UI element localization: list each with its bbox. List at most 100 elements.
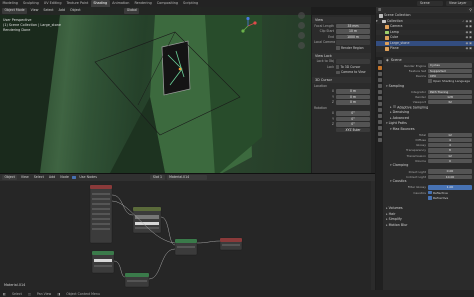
clip-end-field[interactable]: 1000 m [336,34,370,39]
cursor-x-field[interactable]: 0 m [336,89,370,94]
tool-tab-icon[interactable] [377,60,382,64]
menu-view[interactable]: View [29,8,40,14]
use-nodes-checkbox[interactable] [72,175,76,180]
3d-viewport[interactable]: Object Mode View Select Add Object Globa… [0,7,311,173]
volume-bounces-field[interactable]: 0 [428,158,472,163]
osl-checkbox[interactable] [428,79,432,83]
perspective-toggle-icon[interactable] [298,42,305,49]
cursor-y-field[interactable]: 0 m [336,94,370,99]
node-image-texture[interactable] [89,184,113,244]
node-menu-select[interactable]: Select [32,175,45,181]
rotation-x-field[interactable]: 0° [336,111,370,116]
camera-view-icon[interactable] [298,32,305,39]
render-tab-icon[interactable] [377,66,382,70]
node-principled-bsdf[interactable] [174,238,198,256]
motion-blur-section[interactable]: ▸Motion Blur [384,223,474,229]
camera-to-view-check[interactable] [336,70,340,74]
menu-add[interactable]: Add [57,8,66,14]
tab-compositing[interactable]: Compositing [154,0,180,7]
local-camera-field[interactable] [336,40,370,45]
material-tab-icon[interactable] [377,132,382,136]
tab-modeling[interactable]: Modeling [0,0,20,7]
node-color-ramp[interactable] [132,206,162,234]
node-mode-dropdown[interactable]: Object [2,174,18,181]
rotation-mode-dropdown[interactable]: XYZ Euler [336,127,370,132]
particles-tab-icon[interactable] [377,108,382,112]
render-region-check[interactable] [336,46,340,50]
material-selector[interactable]: Material.014 [166,174,207,181]
viewport-samples-field[interactable]: 32 [428,100,472,105]
object-tab-icon[interactable] [377,96,382,100]
total-bounces-field[interactable]: 12 [428,132,472,138]
outliner-row-plane[interactable]: Plane ◉ ▣ [376,46,474,52]
tab-texture-paint[interactable]: Texture Paint [64,0,91,7]
outliner-display-mode-icon[interactable]: ☰ [378,8,381,12]
tab-sculpting[interactable]: Sculpting [20,0,41,7]
render-samples-field[interactable]: 128 [428,94,472,100]
pan-icon[interactable] [298,22,305,29]
sidebar-tabs[interactable] [371,15,375,173]
node-material-output[interactable] [219,237,243,251]
camera-to-view-checkbox[interactable]: Camera to View [312,70,372,76]
orientation-dropdown[interactable]: Global [124,8,140,14]
tab-animation[interactable]: Animation [110,0,132,7]
output-tab-icon[interactable] [377,72,382,76]
filter-glossy-field[interactable]: 1.00 [428,185,472,190]
node-menu-node[interactable]: Node [59,175,71,181]
transparency-bounces-field[interactable]: 8 [428,148,472,153]
data-tab-icon[interactable] [377,126,382,130]
refractive-checkbox[interactable] [428,196,432,200]
render-region-checkbox[interactable]: Render Region [312,45,372,51]
device-dropdown[interactable]: CPU [428,73,472,79]
integrator-dropdown[interactable]: Path Tracing [428,89,472,94]
tab-rendering[interactable]: Rendering [132,0,154,7]
focal-length-field[interactable]: 35 mm [336,23,370,28]
visibility-toggles[interactable]: ◉ ▣ [466,46,472,52]
rotation-y-field[interactable]: 0° [336,116,370,121]
physics-tab-icon[interactable] [377,114,382,118]
transmission-bounces-field[interactable]: 12 [428,153,472,158]
outliner-search-input[interactable] [383,7,468,13]
node-canvas[interactable] [0,181,375,290]
feature-set-dropdown[interactable]: Supported [428,68,472,73]
node-editor-sidebar-tabs[interactable] [371,181,375,290]
tab-scripting[interactable]: Scripting [181,0,201,7]
indirect-light-field[interactable]: 10.00 [428,174,472,179]
navigation-gizmo[interactable] [239,16,257,36]
rotation-z-field[interactable]: 0° [336,122,370,127]
tab-shading[interactable]: Shading [90,0,110,7]
zoom-icon[interactable] [298,12,305,19]
refractive-caustics-row[interactable]: Refractive [384,195,474,200]
node-menu-add[interactable]: Add [47,175,56,181]
menu-object[interactable]: Object [68,8,82,14]
render-engine-dropdown[interactable]: Cycles [428,63,472,68]
clip-start-field[interactable]: 10 m [336,29,370,34]
scene-selector[interactable]: Scene [417,1,443,6]
direct-light-field[interactable]: 0.00 [428,169,472,174]
denoising-label: Denoising [392,110,410,115]
node-mapping[interactable] [124,272,150,288]
reflective-checkbox[interactable] [428,190,432,195]
mode-dropdown[interactable]: Object Mode [2,8,28,14]
modifier-tab-icon[interactable] [377,102,382,106]
view-layer-selector[interactable]: View Layer [446,1,472,6]
menu-select[interactable]: Select [42,8,55,14]
tab-uv-editing[interactable]: UV Editing [41,0,64,7]
filter-icon[interactable]: ⚲ [469,8,472,12]
node-texture-coordinate[interactable] [91,250,115,274]
to-3d-cursor-check[interactable] [335,65,339,69]
slot-dropdown[interactable]: Slot 1 [150,174,165,181]
world-tab-icon[interactable] [377,90,382,94]
scene-tab-icon[interactable] [377,84,382,88]
view-layer-tab-icon[interactable] [377,78,382,82]
glossy-bounces-field[interactable]: 4 [428,143,472,148]
axis-gizmo-icon[interactable] [239,16,257,35]
constraints-tab-icon[interactable] [377,120,382,124]
texture-tab-icon[interactable] [377,138,382,142]
lock-object-field[interactable] [336,59,370,64]
node-menu-view[interactable]: View [19,175,30,181]
adaptive-sampling-checkbox[interactable] [392,104,397,109]
shader-node-editor[interactable]: Object View Select Add Node Use Nodes Sl… [0,174,375,290]
diffuse-bounces-field[interactable]: 4 [428,137,472,143]
cursor-z-field[interactable]: 0 m [336,100,370,105]
